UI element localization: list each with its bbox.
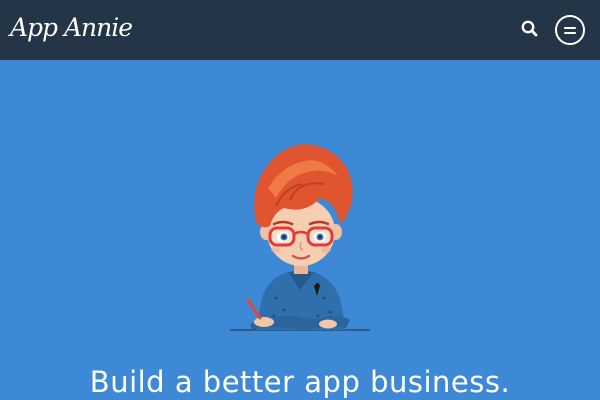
top-navigation-bar: App Annie — [0, 0, 600, 60]
search-icon — [521, 20, 538, 37]
search-button[interactable] — [518, 17, 542, 41]
mascot-illustration — [230, 144, 370, 331]
hamburger-menu-icon — [564, 27, 576, 29]
menu-button[interactable] — [555, 15, 585, 45]
app-annie-logo[interactable]: App Annie — [10, 12, 133, 44]
hero-headline: Build a better app business. — [89, 365, 511, 399]
hero-section: Build a better app business. — [0, 60, 600, 400]
